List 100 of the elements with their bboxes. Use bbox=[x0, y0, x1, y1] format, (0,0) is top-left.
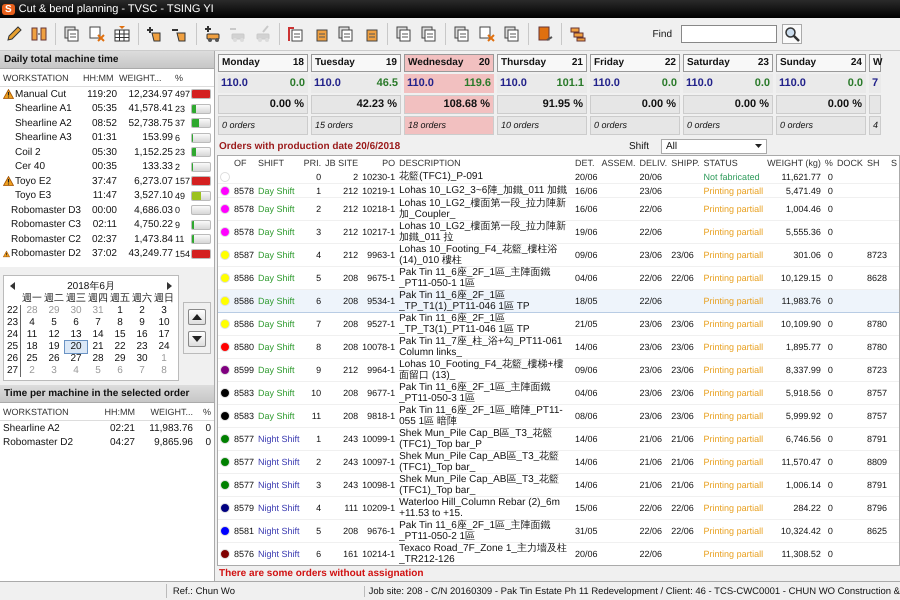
po-cell: 10217-1 bbox=[360, 220, 398, 244]
calendar-day[interactable]: 17 bbox=[153, 329, 175, 341]
weight-cell-text: 11,983.76 bbox=[148, 422, 193, 434]
panel-header: Time per machine in the selected order bbox=[0, 385, 214, 403]
calendar-day[interactable]: 22 bbox=[109, 341, 131, 353]
shift-dropdown[interactable]: All bbox=[661, 138, 768, 154]
priority-cell: 3 bbox=[302, 220, 324, 244]
day-date: 24 bbox=[850, 57, 862, 69]
column-header: STATUS bbox=[702, 157, 739, 170]
of-cell: 8583 bbox=[232, 404, 256, 428]
calendar-day[interactable]: 28 bbox=[87, 353, 109, 365]
po-cell: 10214-1 bbox=[360, 542, 398, 565]
order-row[interactable]: 0 2 10230-1 花籃(TFC1)_P-091 20/06 20/06 Not fabricated 11,621.77 0 bbox=[218, 170, 899, 184]
calendar-day[interactable]: 24 bbox=[153, 341, 175, 353]
calendar-day[interactable]: 4 bbox=[21, 317, 43, 329]
order-row[interactable]: 8579 Night Shift 4 111 10209-1 Waterloo Hill_Column Rebar (2)_6m +11.53 to +15. 15/06 22/06 22/06 Printing partiall 284.22 0 8796 bbox=[218, 496, 899, 520]
calendar-day[interactable]: 20 bbox=[65, 341, 87, 353]
capacity-value: 7 bbox=[872, 77, 878, 90]
percent-cell-text: 6 bbox=[175, 132, 182, 143]
workstation-name: Robomaster D3 bbox=[10, 204, 81, 216]
weight-cell-text: 9,865.96 bbox=[153, 437, 193, 448]
order-row[interactable]: 8576 Night Shift 6 161 10214-1 Texaco Road_7F_Zone 1_主力墻及柱_TR212-126 20/06 22/06 Printing partiall 11,308.52 0 bbox=[218, 542, 899, 565]
order-row[interactable]: 8587 Day Shift 4 212 9963-1 Lohas 10_Footing_F4_花籃_樓柱浴 (14)_010 樓柱 09/06 23/06 23/06 Printing partiall 301.06 0 8723 bbox=[218, 244, 899, 266]
po-cell: 10230-1 bbox=[360, 170, 398, 184]
plus-truck-icon bbox=[204, 25, 222, 43]
find-field[interactable] bbox=[681, 25, 777, 43]
calendar-day[interactable]: 1 bbox=[109, 305, 131, 317]
calendar-day[interactable]: 19 bbox=[43, 341, 65, 353]
calendar-day[interactable]: 2 bbox=[131, 305, 153, 317]
day-header[interactable]: Tuesday 19 bbox=[311, 54, 401, 72]
day-name: Thursday bbox=[501, 57, 546, 69]
date-cell: 14/06 bbox=[572, 336, 600, 358]
description-cell: Pak Tin 11_6座_2F_1區_TP_T3(1)_PT11-046 1區 TP bbox=[397, 312, 573, 336]
move-up-button[interactable] bbox=[188, 309, 206, 325]
calendar-day[interactable]: 11 bbox=[21, 329, 43, 341]
priority-cell: 8 bbox=[302, 336, 324, 358]
order-row[interactable]: 8580 Day Shift 8 208 10078-1 Pak Tin 11_7座_柱_浴+勾_PT11-061 Column links_ 14/06 23/06 23/06 Printing partiall 1,895.77 0 8780 bbox=[218, 336, 899, 358]
calendar-day[interactable]: 13 bbox=[65, 329, 87, 341]
calendar-day[interactable]: 18 bbox=[21, 341, 43, 353]
workstation-name: Shearline A2 bbox=[3, 422, 61, 434]
date-cell: 21/06 bbox=[638, 474, 670, 496]
calendar-day[interactable]: 10 bbox=[153, 317, 175, 329]
order-row[interactable]: 8577 Night Shift 1 243 10099-1 Shek Mun_Pile Cap_B區_T3_花籃(TFC1)_Top bar_P 14/06 21/06 21/06 Printing partiall 6,746.56 0 8791 bbox=[218, 428, 899, 450]
weight-cell-text: 1,473.84 bbox=[133, 234, 173, 245]
workstation-name: Coil 2 bbox=[15, 146, 41, 158]
day-header[interactable]: Sunday 24 bbox=[776, 54, 866, 72]
calendar-day[interactable]: 29 bbox=[109, 353, 131, 365]
calendar-day[interactable]: 5 bbox=[43, 317, 65, 329]
day-header[interactable]: W bbox=[869, 54, 881, 72]
status-cell: Not fabricated bbox=[702, 170, 766, 184]
sh-cell: 8780 bbox=[864, 312, 889, 336]
column-header: WEIGHT... bbox=[150, 406, 193, 416]
day-header[interactable]: Monday 18 bbox=[218, 54, 308, 72]
pages-icon bbox=[395, 25, 413, 43]
calendar-day[interactable]: 9 bbox=[131, 317, 153, 329]
calendar-day[interactable]: 3 bbox=[153, 305, 175, 317]
calendar-day[interactable]: 23 bbox=[131, 341, 153, 353]
order-row[interactable]: 8599 Day Shift 9 212 9964-1 Lohas 10_Footing_F4_花籃_樓梯+樓面留口 (13)_ 09/06 23/06 23/06 Printing partiall 8,337.99 0 8723 bbox=[218, 358, 899, 382]
shift-cell: Night Shift bbox=[256, 542, 302, 565]
calendar-day[interactable]: 15 bbox=[109, 329, 131, 341]
order-row[interactable]: 8583 Day Shift 11 208 9818-1 Pak Tin 11_6座_2F_1區_暗陣_PT11-055 1區 暗陣 08/06 23/06 23/06 Printing partiall 5,999.92 0 8757 bbox=[218, 404, 899, 428]
capacity-value: 110.0 bbox=[314, 77, 341, 90]
move-down-button[interactable] bbox=[188, 331, 206, 347]
weekday-label: 週四 bbox=[87, 293, 109, 305]
time-cell-text: 02:11 bbox=[92, 219, 117, 230]
description-cell: Pak Tin 11_6座_2F_1區_暗陣_PT11-055 1區 暗陣 bbox=[397, 404, 573, 428]
column-header: SHIPP. bbox=[670, 157, 701, 170]
calendar-day[interactable]: 8 bbox=[109, 317, 131, 329]
calendar-day[interactable]: 14 bbox=[87, 329, 109, 341]
weight-cell-text: 41,578.41 bbox=[128, 103, 173, 114]
search-button[interactable] bbox=[782, 24, 802, 44]
status-cell: Printing partiall bbox=[702, 290, 766, 312]
day-header[interactable]: Thursday 21 bbox=[497, 54, 587, 72]
order-row[interactable]: 8578 Day Shift 1 212 10219-1 Lohas 10_LG2_3~6陣_加鐵_011 加鐵 16/06 23/06 Printing partiall 5,471.49 0 bbox=[218, 184, 899, 198]
shift-cell: Night Shift bbox=[256, 450, 302, 474]
day-header[interactable]: Wednesday 20 bbox=[404, 54, 494, 72]
description-cell: Pak Tin 11_7座_柱_浴+勾_PT11-061 Column links_ bbox=[397, 336, 573, 358]
time-cell-text: 37:02 bbox=[90, 248, 117, 260]
date-cell: 21/06 bbox=[669, 474, 702, 496]
calendar-day[interactable]: 30 bbox=[131, 353, 153, 365]
calendar-day[interactable]: 27 bbox=[65, 353, 87, 365]
day-header[interactable]: Friday 22 bbox=[590, 54, 680, 72]
calendar-day[interactable]: 7 bbox=[87, 317, 109, 329]
day-header[interactable]: Saturday 23 bbox=[683, 54, 773, 72]
next-month-icon[interactable] bbox=[166, 282, 172, 290]
date-cell: 23/06 bbox=[669, 312, 702, 336]
order-row[interactable]: 8577 Night Shift 3 243 10098-1 Shek Mun_Pile Cap_AB區_T3_花籃(TFC1)_Top bar_ 14/06 21/06 21/06 Printing partiall 1,006.14 0 8791 bbox=[218, 474, 899, 496]
date-cell: 09/06 bbox=[572, 358, 600, 382]
calendar-day[interactable]: 16 bbox=[131, 329, 153, 341]
date-cell: 19/06 bbox=[572, 220, 600, 244]
calendar-day[interactable]: 12 bbox=[43, 329, 65, 341]
order-row[interactable]: 8577 Night Shift 2 243 10097-1 Shek Mun_Pile Cap_AB區_T3_花籃(TFC1)_Top bar_ 14/06 21/06 21/06 Printing partiall 11,570.47 0 8809 bbox=[218, 450, 899, 474]
calendar-day[interactable]: 25 bbox=[21, 353, 43, 365]
calendar-day[interactable]: 21 bbox=[87, 341, 109, 353]
priority-cell: 6 bbox=[302, 290, 324, 312]
calendar-day[interactable]: 6 bbox=[65, 317, 87, 329]
previous-month-icon[interactable] bbox=[10, 282, 16, 290]
calendar-day[interactable]: 26 bbox=[43, 353, 65, 365]
of-cell: 8587 bbox=[232, 244, 256, 266]
down-arrow-icon bbox=[192, 336, 202, 342]
